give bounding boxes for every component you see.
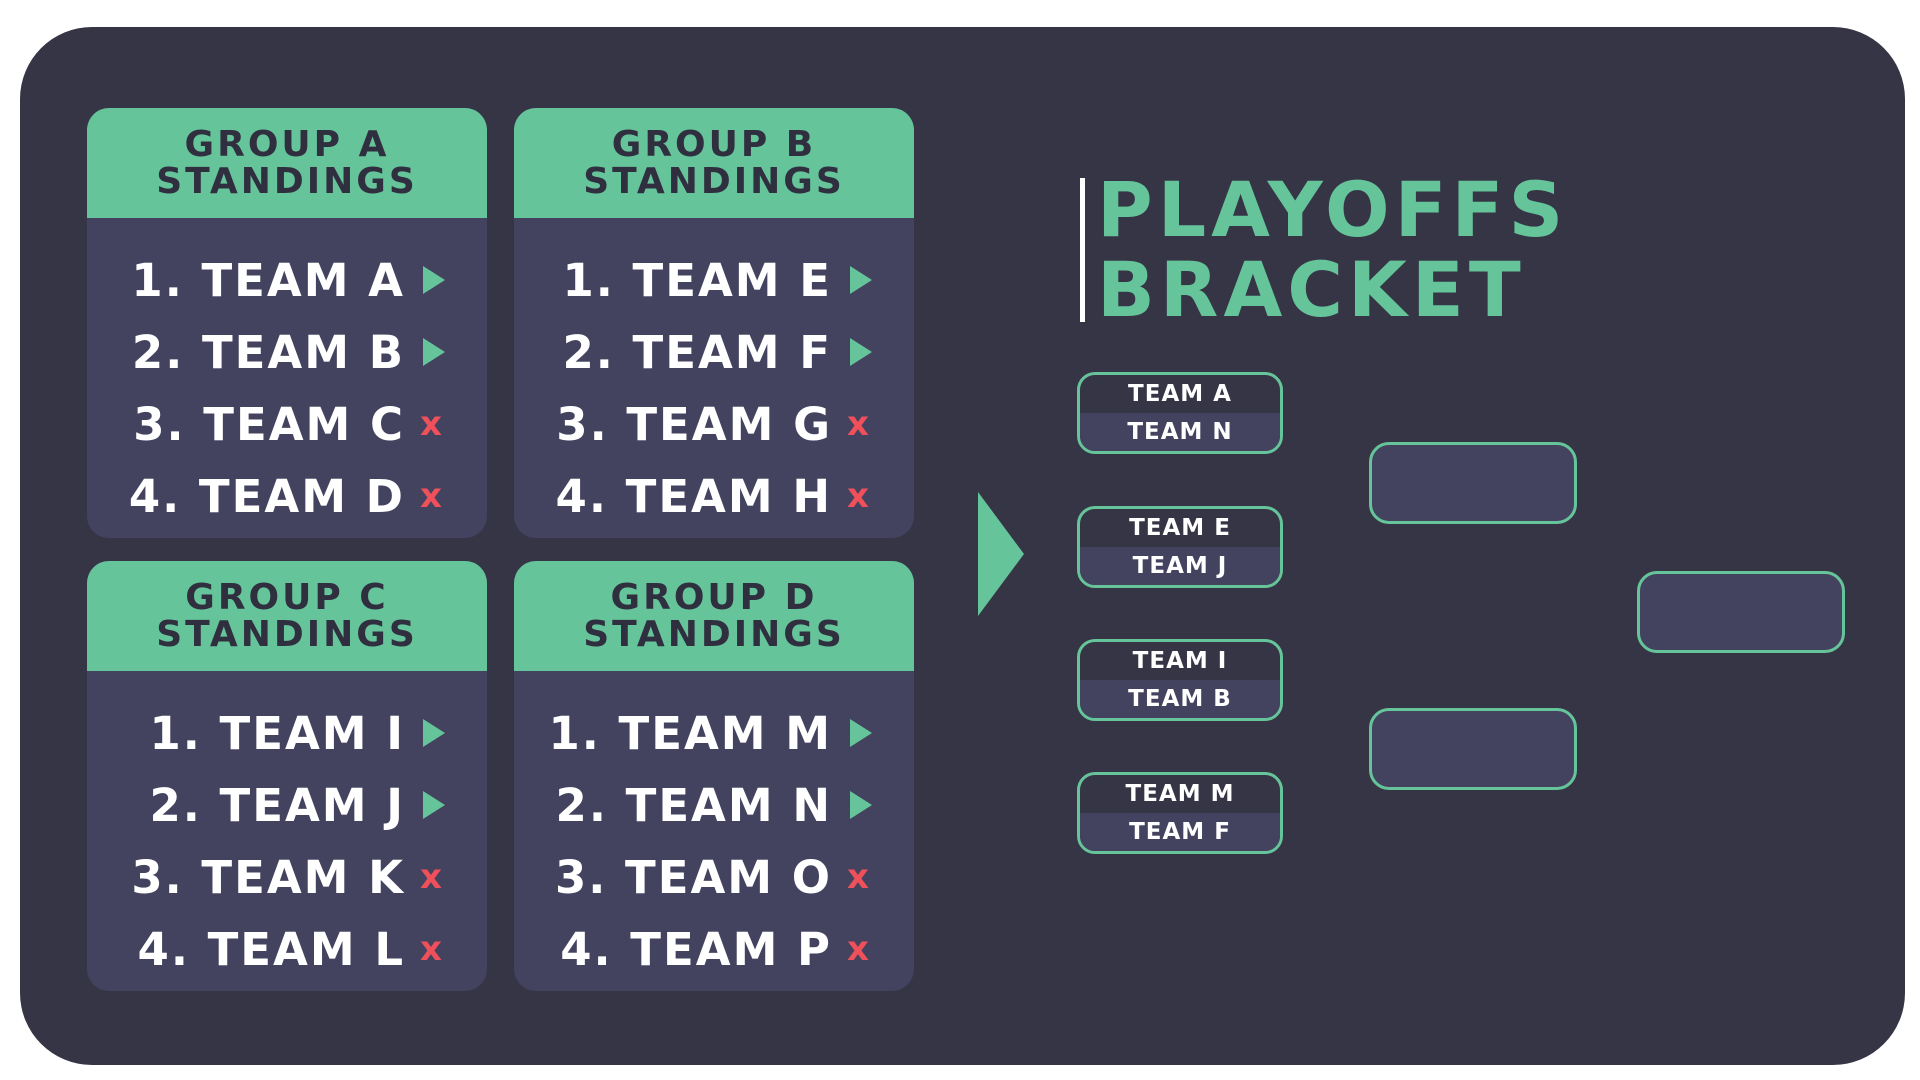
final-slot (1637, 571, 1845, 653)
standing-row: 1. Team E (514, 244, 914, 316)
standing-row: 2. Team J (87, 769, 487, 841)
standing-text: 3. Team G (556, 397, 832, 451)
x-icon: x (847, 404, 869, 444)
group-header: Group A Standings (87, 108, 487, 218)
match-team: Team E (1129, 515, 1231, 541)
standing-row: 4. Team L x (87, 913, 487, 985)
group-a-card: Group A Standings 1. Team A 2. Team B 3.… (87, 108, 487, 538)
standing-text: 4. Team H (555, 469, 832, 523)
triangle-right-icon (850, 338, 872, 366)
group-name: Group B (611, 124, 817, 165)
quarterfinal-match: Team A Team N (1077, 372, 1283, 454)
match-team: Team J (1080, 547, 1280, 585)
standing-row: 2. Team B (87, 316, 487, 388)
standing-row: 3. Team K x (87, 841, 487, 913)
standing-row: 4. Team D x (87, 460, 487, 532)
semifinal-slot (1369, 708, 1577, 790)
triangle-right-icon (423, 338, 445, 366)
title-line: Bracket (1097, 245, 1526, 334)
standing-text: 1. Team M (548, 706, 832, 760)
standings-list: 1. Team M 2. Team N 3. Team O x 4. Team P… (514, 671, 914, 985)
match-team: Team B (1080, 680, 1280, 718)
triangle-right-icon (423, 719, 445, 747)
triangle-right-icon (850, 791, 872, 819)
standings-list: 1. Team I 2. Team J 3. Team K x 4. Team L… (87, 671, 487, 985)
standing-text: 4. Team P (560, 922, 832, 976)
triangle-right-icon (423, 266, 445, 294)
group-name: Group D (610, 577, 818, 618)
bracket-board: Group A Standings 1. Team A 2. Team B 3.… (20, 27, 1905, 1065)
group-c-card: Group C Standings 1. Team I 2. Team J 3.… (87, 561, 487, 991)
standing-text: 2. Team N (555, 778, 832, 832)
x-icon: x (847, 857, 869, 897)
standing-text: 2. Team F (562, 325, 832, 379)
standing-row: 4. Team H x (514, 460, 914, 532)
standing-row: 3. Team G x (514, 388, 914, 460)
group-subtitle: Standings (583, 614, 845, 655)
page-title: Playoffs Bracket (1097, 170, 1568, 330)
standing-row: 3. Team C x (87, 388, 487, 460)
title-line: Playoffs (1097, 165, 1569, 254)
match-team: Team I (1132, 648, 1228, 674)
standing-row: 2. Team F (514, 316, 914, 388)
triangle-right-icon (978, 492, 1024, 616)
standing-text: 2. Team J (149, 778, 405, 832)
standing-text: 4. Team D (128, 469, 405, 523)
match-team: Team N (1080, 413, 1280, 451)
group-d-card: Group D Standings 1. Team M 2. Team N 3.… (514, 561, 914, 991)
standing-text: 4. Team L (137, 922, 405, 976)
group-header: Group B Standings (514, 108, 914, 218)
standing-text: 1. Team E (562, 253, 832, 307)
standing-row: 1. Team I (87, 697, 487, 769)
x-icon: x (847, 476, 869, 516)
semifinal-slot (1369, 442, 1577, 524)
standing-row: 1. Team A (87, 244, 487, 316)
quarterfinal-match: Team E Team J (1077, 506, 1283, 588)
x-icon: x (847, 929, 869, 969)
x-icon: x (420, 929, 442, 969)
group-header: Group C Standings (87, 561, 487, 671)
standing-row: 4. Team P x (514, 913, 914, 985)
standing-text: 3. Team C (133, 397, 405, 451)
standing-text: 3. Team K (131, 850, 405, 904)
match-team: Team A (1128, 381, 1232, 407)
match-team: Team M (1125, 781, 1235, 807)
x-icon: x (420, 857, 442, 897)
triangle-right-icon (423, 791, 445, 819)
standing-row: 3. Team O x (514, 841, 914, 913)
triangle-right-icon (850, 266, 872, 294)
x-icon: x (420, 476, 442, 516)
group-subtitle: Standings (583, 161, 845, 202)
title-divider (1080, 178, 1085, 322)
standing-text: 1. Team I (149, 706, 405, 760)
standing-row: 1. Team M (514, 697, 914, 769)
standing-text: 3. Team O (554, 850, 832, 904)
group-subtitle: Standings (156, 161, 418, 202)
group-b-card: Group B Standings 1. Team E 2. Team F 3.… (514, 108, 914, 538)
quarterfinal-match: Team I Team B (1077, 639, 1283, 721)
triangle-right-icon (850, 719, 872, 747)
standings-list: 1. Team E 2. Team F 3. Team G x 4. Team H… (514, 218, 914, 532)
group-name: Group A (184, 124, 390, 165)
standing-text: 2. Team B (131, 325, 405, 379)
quarterfinal-match: Team M Team F (1077, 772, 1283, 854)
standings-list: 1. Team A 2. Team B 3. Team C x 4. Team D… (87, 218, 487, 532)
group-subtitle: Standings (156, 614, 418, 655)
group-name: Group C (185, 577, 389, 618)
x-icon: x (420, 404, 442, 444)
group-header: Group D Standings (514, 561, 914, 671)
standing-row: 2. Team N (514, 769, 914, 841)
standing-text: 1. Team A (131, 253, 405, 307)
match-team: Team F (1080, 813, 1280, 851)
